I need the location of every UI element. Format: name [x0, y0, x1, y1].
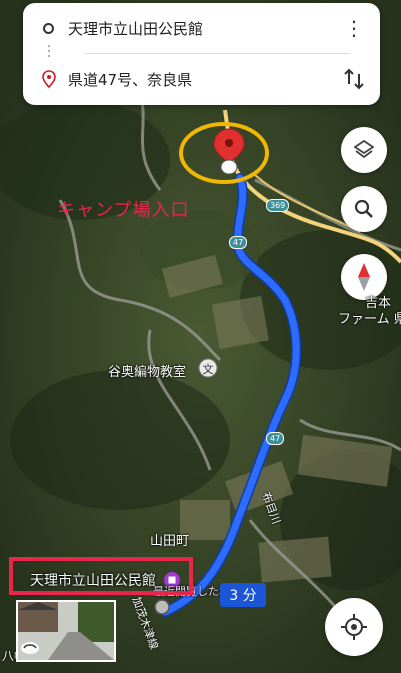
layers-button[interactable]: [341, 127, 387, 173]
road-badge-47b: 47: [266, 432, 285, 445]
street-view-thumbnail[interactable]: [16, 600, 116, 662]
search-button[interactable]: [341, 186, 387, 232]
camp-entrance-annotation: キャンプ場入口: [57, 200, 190, 221]
origin-circle-icon: [43, 22, 54, 34]
road-badge-47: 47: [229, 236, 248, 249]
swap-icon[interactable]: [342, 67, 366, 91]
destination-field[interactable]: 県道47号、奈良県: [68, 69, 342, 90]
route-duration-badge[interactable]: 3 分: [220, 583, 266, 607]
road-badge-369: 369: [266, 199, 290, 212]
divider: [85, 53, 350, 54]
town-label: 山田町: [150, 534, 190, 549]
compass-icon: [358, 263, 370, 291]
more-vert-icon[interactable]: ⋮: [344, 18, 364, 38]
hall-label[interactable]: 天理市立山田公民館: [30, 570, 156, 590]
farm-label-line2: ファーム 県: [338, 312, 401, 327]
directions-card: 天理市立山田公民館 ⋮ 県道47号、奈良県: [23, 3, 380, 105]
street-view-image: [18, 602, 114, 660]
search-icon: [354, 199, 373, 218]
layers-icon: [353, 139, 375, 159]
destination-row[interactable]: 県道47号、奈良県: [23, 57, 380, 101]
origin-row[interactable]: 天理市立山田公民館 ⋮: [23, 6, 380, 50]
poi-label-workshop[interactable]: 谷奥編物教室: [108, 361, 186, 380]
my-location-icon: [341, 614, 367, 640]
origin-field[interactable]: 天理市立山田公民館: [68, 18, 344, 39]
poi-text-icon: 文: [202, 363, 214, 376]
destination-marker-icon: [42, 70, 56, 88]
my-location-button[interactable]: [325, 598, 383, 656]
